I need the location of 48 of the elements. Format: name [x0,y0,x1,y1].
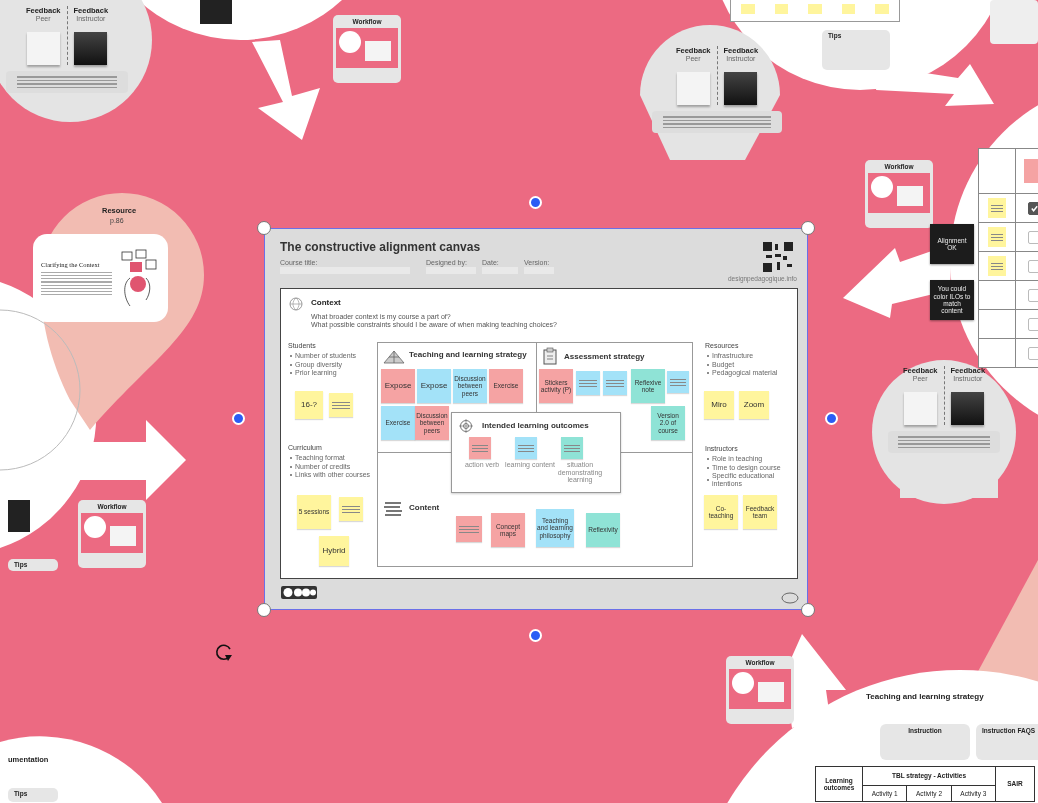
pyramid-icon [383,350,405,364]
resize-handle[interactable] [257,221,271,235]
sticky-note[interactable]: Miro [704,391,734,419]
canvas-frame[interactable] [264,228,808,610]
screenshot-thumbnail [336,28,398,68]
section-heading: Assessment strategy [564,352,645,361]
sticky-note [8,500,30,532]
sticky-note[interactable] [951,392,985,425]
sticky-note[interactable]: 16-? [295,391,323,419]
sticky-note [988,227,1006,247]
resize-handle[interactable] [801,603,815,617]
section-heading: Intended learning outcomes [482,421,589,430]
section-heading: Context [311,298,341,307]
sticky-note [1024,159,1038,183]
resize-handle[interactable] [257,603,271,617]
panel-title: Teaching and learning strategy [866,692,984,701]
sticky-note [200,0,232,24]
checkbox[interactable] [1027,259,1038,273]
connection-handle[interactable] [825,412,838,425]
target-icon [459,419,473,433]
resize-handle[interactable] [801,221,815,235]
sticky-note[interactable]: Hybrid [319,536,349,566]
section-heading: Teaching and learning strategy [409,350,527,359]
sticky-note [988,256,1006,276]
checkbox[interactable] [1027,230,1038,244]
connection-handle[interactable] [529,629,542,642]
books-icon [383,501,403,517]
qr-code-icon [763,242,793,272]
canvas-title: The constructive alignment canvas [280,240,481,254]
screenshot-thumbnail [729,669,791,709]
checkbox[interactable] [1027,317,1038,331]
license-badge-icon [281,586,317,599]
connection-handle[interactable] [232,412,245,425]
screenshot-thumbnail [81,513,143,553]
sticky-note[interactable]: Expose [381,369,415,403]
checkbox[interactable] [1027,288,1038,302]
sticky-note [988,198,1006,218]
sticky-note[interactable]: Zoom [739,391,769,419]
globe-icon [289,297,303,311]
checkbox[interactable] [1027,201,1038,215]
section-heading: Content [409,503,440,512]
screenshot-thumbnail [868,173,930,213]
connection-handle[interactable] [529,196,542,209]
sticky-note[interactable] [724,72,758,105]
checkbox[interactable] [1027,346,1038,360]
clipboard-icon [543,347,557,365]
sticky-note[interactable]: Expose [417,369,451,403]
sticky-note[interactable] [74,32,108,65]
